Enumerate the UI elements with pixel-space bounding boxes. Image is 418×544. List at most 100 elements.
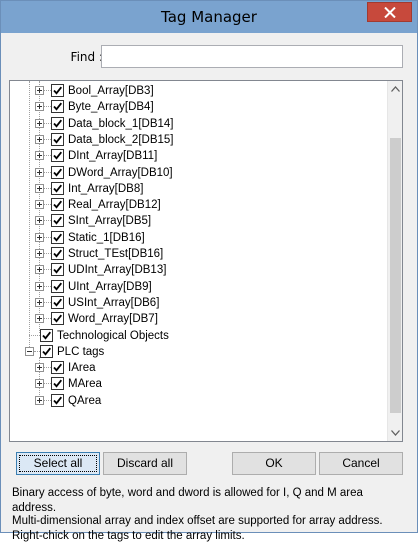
tree-item-checkbox[interactable] xyxy=(51,361,64,375)
tree-item-checkbox[interactable] xyxy=(40,344,53,358)
scroll-thumb[interactable] xyxy=(390,138,401,413)
find-label: Find : xyxy=(70,50,103,64)
tree-item[interactable]: Int_Array[DB8] xyxy=(10,181,380,197)
tree-item-label: Byte_Array[DB4] xyxy=(68,101,154,114)
checkmark-icon xyxy=(53,282,63,291)
binary-access-note: Binary access of byte, word and dword is… xyxy=(12,487,363,514)
expand-icon[interactable] xyxy=(35,363,44,373)
tree-item-checkbox[interactable] xyxy=(51,181,64,195)
tree-item[interactable]: Data_block_1[DB14] xyxy=(10,116,380,132)
tree-item-checkbox[interactable] xyxy=(51,149,64,163)
collapse-icon[interactable] xyxy=(25,346,34,356)
expand-icon[interactable] xyxy=(35,86,44,95)
expand-icon[interactable] xyxy=(35,395,44,405)
tree-item-label: USInt_Array[DB6] xyxy=(68,296,160,309)
tree-connector xyxy=(44,269,51,271)
tree-item-label: UInt_Array[DB9] xyxy=(68,280,152,293)
scroll-down-button[interactable] xyxy=(388,425,402,441)
tree-item[interactable]: USInt_Array[DB6] xyxy=(10,295,380,311)
tree-item-checkbox[interactable] xyxy=(51,132,64,146)
expand-icon[interactable] xyxy=(35,297,44,307)
tree-item-checkbox[interactable] xyxy=(51,198,64,212)
expand-icon[interactable] xyxy=(35,183,44,193)
expand-icon[interactable] xyxy=(35,102,44,112)
checkmark-icon xyxy=(53,102,63,111)
tree-item-checkbox[interactable] xyxy=(51,312,64,326)
tree-connector xyxy=(44,367,51,369)
tree-item[interactable]: Technological Objects xyxy=(10,328,380,344)
tree-item-checkbox[interactable] xyxy=(51,295,64,309)
tree-connector xyxy=(44,383,51,385)
expand-icon[interactable] xyxy=(35,151,44,161)
expand-icon[interactable] xyxy=(35,232,44,242)
tree-item[interactable]: IArea xyxy=(10,360,380,376)
checkmark-icon xyxy=(53,184,63,193)
expand-icon[interactable] xyxy=(35,265,44,275)
tree-item-checkbox[interactable] xyxy=(51,377,64,391)
tree-item-checkbox[interactable] xyxy=(40,328,53,342)
tree-item-checkbox[interactable] xyxy=(51,214,64,228)
discard-all-button[interactable]: Discard all xyxy=(103,452,187,475)
tree-item[interactable]: DWord_Array[DB10] xyxy=(10,165,380,181)
scroll-up-button[interactable] xyxy=(388,81,402,97)
tree-item[interactable]: Word_Array[DB7] xyxy=(10,311,380,327)
tree-item-checkbox[interactable] xyxy=(51,230,64,244)
find-input[interactable] xyxy=(101,45,403,68)
expand-icon[interactable] xyxy=(35,281,44,291)
cancel-button[interactable]: Cancel xyxy=(319,452,403,475)
checkmark-icon xyxy=(53,86,63,95)
expand-icon[interactable] xyxy=(35,216,44,226)
tree-item[interactable]: SInt_Array[DB5] xyxy=(10,213,380,229)
tree-item-checkbox[interactable] xyxy=(51,165,64,179)
tree-item[interactable]: PLC tags xyxy=(10,344,380,360)
select-all-button[interactable]: Select all xyxy=(16,452,100,475)
checkmark-icon xyxy=(53,151,63,160)
tree-connector xyxy=(44,155,51,157)
tree-connector xyxy=(44,138,51,140)
expand-icon[interactable] xyxy=(35,379,44,389)
tree-item[interactable]: Byte_Array[DB4] xyxy=(10,99,380,115)
tree-item[interactable]: DInt_Array[DB11] xyxy=(10,148,380,164)
expand-icon[interactable] xyxy=(35,134,44,144)
tree-item[interactable]: Real_Array[DB12] xyxy=(10,197,380,213)
tree-item-checkbox[interactable] xyxy=(51,100,64,114)
tree-connector xyxy=(44,301,51,303)
tree-item[interactable]: MArea xyxy=(10,376,380,392)
tree-item[interactable]: Struct_TEst[DB16] xyxy=(10,246,380,262)
tree-item-label: PLC tags xyxy=(57,345,105,358)
tree-item[interactable]: Data_block_2[DB15] xyxy=(10,132,380,148)
tag-tree[interactable]: Bool_Array[DB3] Byte_Array[DB4] Data_block… xyxy=(9,80,403,442)
tree-item[interactable]: Bool_Array[DB3] xyxy=(10,83,380,99)
tree-item-checkbox[interactable] xyxy=(51,279,64,293)
tree-item[interactable]: Static_1[DB16] xyxy=(10,230,380,246)
checkmark-icon xyxy=(42,331,52,340)
expand-icon[interactable] xyxy=(35,200,44,210)
tree-connector xyxy=(29,334,40,336)
title-bar[interactable]: Tag Manager xyxy=(1,1,417,33)
close-button[interactable] xyxy=(367,2,412,22)
tree-item-checkbox[interactable] xyxy=(51,393,64,407)
tree-item[interactable]: UInt_Array[DB9] xyxy=(10,279,380,295)
tree-item[interactable]: UDInt_Array[DB13] xyxy=(10,262,380,278)
tree-connector xyxy=(44,204,51,206)
expand-icon[interactable] xyxy=(35,249,44,258)
tree-item-label: SInt_Array[DB5] xyxy=(68,215,152,228)
tree-item-checkbox[interactable] xyxy=(51,116,64,130)
tree-item[interactable]: QArea xyxy=(10,393,380,409)
tree-connector xyxy=(44,106,51,108)
tree-item-label: Data_block_1[DB14] xyxy=(68,117,174,130)
expand-icon[interactable] xyxy=(35,118,44,128)
tree-connector xyxy=(44,236,51,238)
tree-item-checkbox[interactable] xyxy=(51,263,64,277)
tree-item-checkbox[interactable] xyxy=(51,247,64,260)
expand-icon[interactable] xyxy=(35,314,44,324)
expand-icon[interactable] xyxy=(35,167,44,177)
tree-item-label: IArea xyxy=(68,362,96,375)
checkmark-icon xyxy=(53,265,63,274)
checkmark-icon xyxy=(53,380,63,388)
tree-item-label: Int_Array[DB8] xyxy=(68,182,144,195)
vertical-scrollbar[interactable] xyxy=(387,81,402,441)
ok-button[interactable]: OK xyxy=(232,452,316,475)
tree-item-checkbox[interactable] xyxy=(51,84,64,97)
tree-item-label: Static_1[DB16] xyxy=(68,231,145,244)
